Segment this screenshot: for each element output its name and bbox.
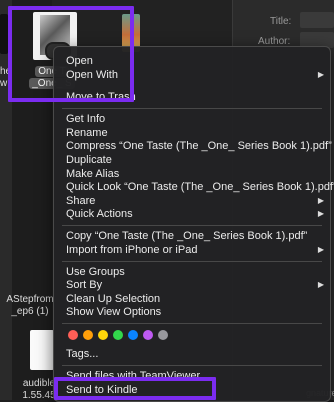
menu-separator bbox=[62, 261, 322, 262]
menu-separator bbox=[62, 225, 322, 226]
tag-color-dot[interactable] bbox=[143, 330, 153, 340]
info-title-field[interactable] bbox=[300, 12, 334, 28]
menu-item-share[interactable]: Share ▶ bbox=[54, 194, 330, 208]
menu-item-quick-look[interactable]: Quick Look “One Taste (The _One_ Series … bbox=[54, 180, 334, 194]
menu-item-import-from-iphone[interactable]: Import from iPhone or iPad ▶ bbox=[54, 243, 330, 257]
left-file-thumbnail[interactable] bbox=[0, 14, 8, 54]
highlight-box-send-to-kindle bbox=[54, 377, 216, 400]
menu-item-rename[interactable]: Rename bbox=[54, 126, 330, 140]
menu-item-get-info[interactable]: Get Info bbox=[54, 112, 330, 126]
tag-color-dot[interactable] bbox=[98, 330, 108, 340]
menu-item-show-view-options[interactable]: Show View Options bbox=[54, 305, 330, 319]
tag-color-dot[interactable] bbox=[83, 330, 93, 340]
chevron-right-icon: ▶ bbox=[317, 196, 324, 205]
menu-separator bbox=[62, 365, 322, 366]
tag-color-dot[interactable] bbox=[128, 330, 138, 340]
menu-item-tags[interactable]: Tags... bbox=[54, 347, 330, 361]
menu-separator bbox=[62, 108, 322, 109]
menu-item-duplicate[interactable]: Duplicate bbox=[54, 153, 330, 167]
menu-item-copy[interactable]: Copy “One Taste (The _One_ Series Book 1… bbox=[54, 229, 330, 243]
audible-file-thumbnail[interactable] bbox=[30, 330, 54, 370]
chevron-right-icon: ▶ bbox=[317, 70, 324, 79]
menu-item-sort-by[interactable]: Sort By ▶ bbox=[54, 278, 330, 292]
chevron-right-icon: ▶ bbox=[317, 209, 324, 218]
highlight-box-selected-file bbox=[8, 6, 134, 102]
menu-item-compress[interactable]: Compress “One Taste (The _One_ Series Bo… bbox=[54, 139, 332, 153]
menu-item-clean-up-selection[interactable]: Clean Up Selection bbox=[54, 292, 330, 306]
chevron-right-icon: ▶ bbox=[317, 280, 324, 289]
info-title-label: Title: bbox=[270, 16, 292, 27]
chevron-right-icon: ▶ bbox=[317, 245, 324, 254]
menu-item-make-alias[interactable]: Make Alias bbox=[54, 167, 330, 181]
menu-item-use-groups[interactable]: Use Groups bbox=[54, 265, 330, 279]
tag-color-dot[interactable] bbox=[158, 330, 168, 340]
menu-item-quick-actions[interactable]: Quick Actions ▶ bbox=[54, 207, 330, 221]
menu-separator bbox=[62, 323, 322, 324]
audible-file-label[interactable]: audible 1.55.45 bbox=[22, 378, 56, 402]
tag-color-dot[interactable] bbox=[68, 330, 78, 340]
tag-color-dot[interactable] bbox=[113, 330, 123, 340]
astep-file-label[interactable]: AStepfrom _ep6 (1) bbox=[6, 294, 54, 318]
